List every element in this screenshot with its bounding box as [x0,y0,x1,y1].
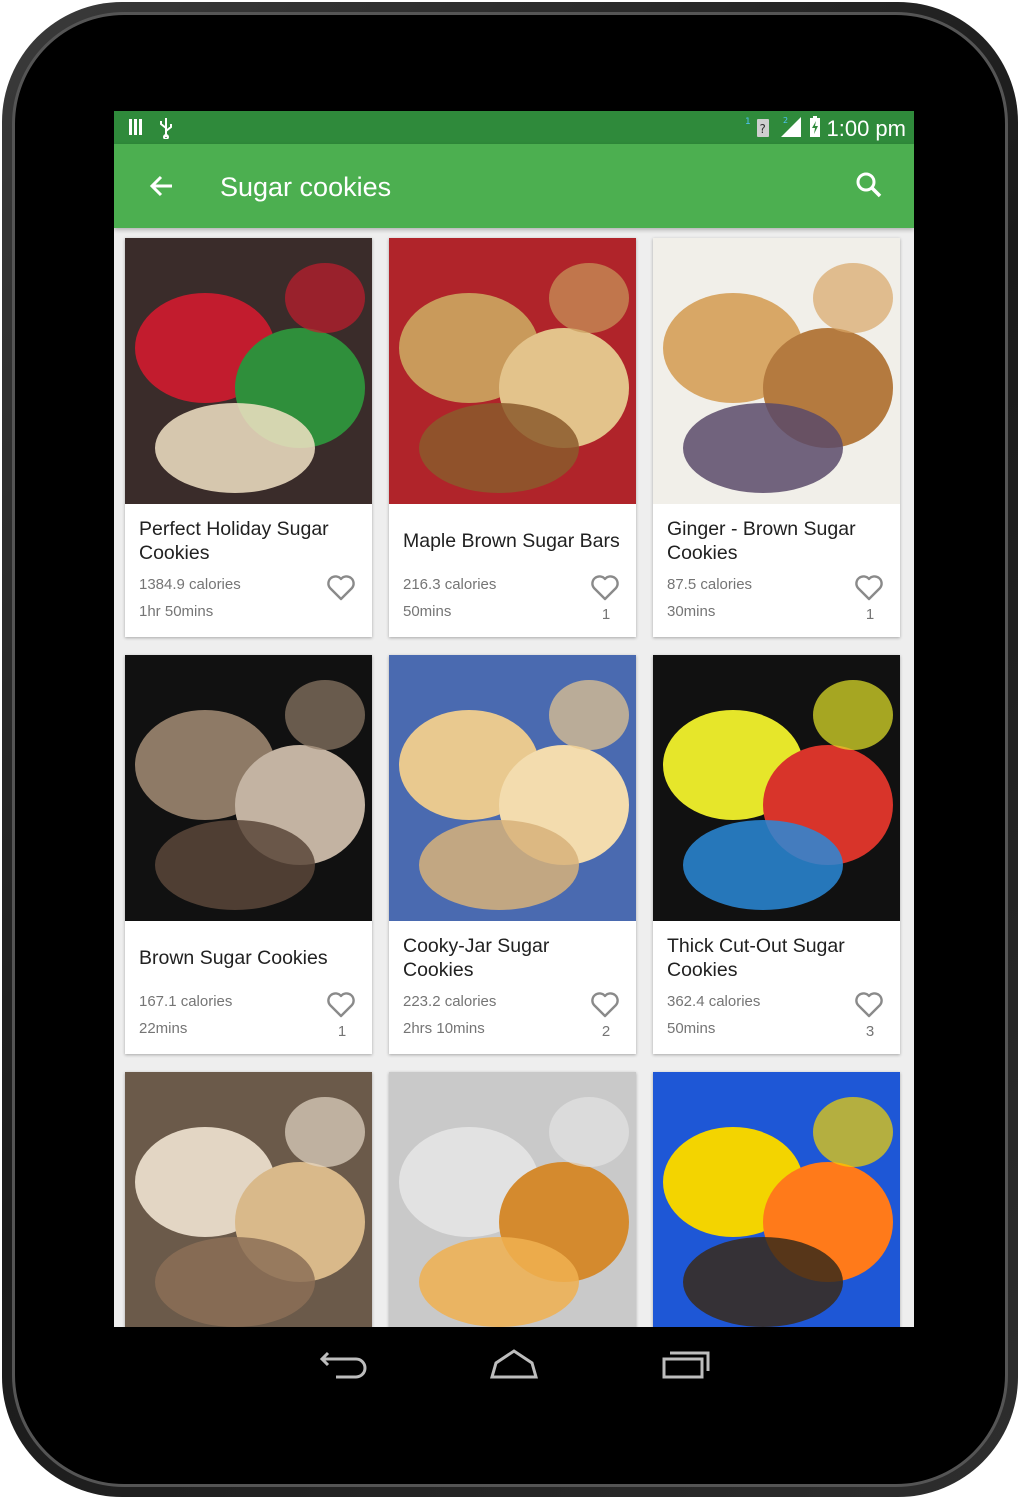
heart-icon[interactable] [326,991,356,1019]
recipe-card[interactable]: Perfect Holiday Sugar Cookies 1384.9 calo… [125,238,372,637]
recipe-card[interactable] [653,1072,900,1327]
like-count: 1 [865,606,875,623]
recipe-calories: 1384.9 calories [139,576,241,593]
recipe-calories: 223.2 calories [403,993,497,1010]
recipe-calories: 87.5 calories [667,576,753,593]
svg-text:1: 1 [745,117,751,127]
recipe-time: 1hr 50mins [139,603,214,620]
like-count: 1 [601,606,611,623]
heart-icon[interactable] [590,991,620,1019]
crinkle-cookies-photo[interactable] [389,655,636,921]
holiday-cookies-photo[interactable] [125,238,372,504]
brown-sugar-bars-photo[interactable] [389,238,636,504]
recipe-time: 2hrs 10mins [403,1020,485,1037]
like-count: 1 [337,1023,347,1040]
recipe-card[interactable]: Cooky-Jar Sugar Cookies 223.2 calories 2hr… [389,655,636,1054]
nav-recents-icon[interactable] [658,1343,714,1383]
heart-icon[interactable] [590,574,620,602]
candy-corn-cookie-photo[interactable] [653,1072,900,1327]
like-count: 3 [865,1023,875,1040]
app-bar: Sugar cookies [114,144,914,228]
sd-card-icon [128,117,144,143]
recipe-card[interactable]: Brown Sugar Cookies 167.1 calories 22mins 1 [125,655,372,1054]
heart-icon[interactable] [326,574,356,602]
recipe-calories: 362.4 calories [667,993,761,1010]
usb-icon [158,117,174,143]
recipe-time: 22mins [139,1020,188,1037]
heart-icon[interactable] [854,991,884,1019]
recipe-time: 50mins [403,603,452,620]
status-time: 1:00 pm [826,116,907,141]
recipe-card[interactable] [125,1072,372,1327]
snickerdoodles-photo[interactable] [389,1072,636,1327]
recipe-time: 30mins [667,603,716,620]
recipe-time: 50mins [667,1020,716,1037]
recipe-name: Brown Sugar Cookies [139,947,328,969]
sim-1-icon: 1? [745,115,773,143]
search-icon[interactable] [852,168,886,202]
battery-charging-icon [809,116,821,142]
recipe-calories: 167.1 calories [139,993,233,1010]
like-count: 2 [601,1023,611,1040]
cross-cookies-photo[interactable] [125,1072,372,1327]
recipe-calories: 216.3 calories [403,576,497,593]
heart-icon[interactable] [854,574,884,602]
recipe-card[interactable]: Ginger - Brown Sugar Cookies 87.5 calorie… [653,238,900,637]
recipe-card[interactable] [389,1072,636,1327]
recipe-name: Maple Brown Sugar Bars [403,530,620,552]
recipe-card[interactable]: Maple Brown Sugar Bars 216.3 calories 50mi… [389,238,636,637]
svg-text:?: ? [759,122,765,136]
app-screen: 1? 2 1:00 pm Sugar cookies Perfect Holid… [114,111,914,1327]
arrow-back-icon[interactable] [146,170,178,202]
svg-text:2: 2 [783,116,788,125]
dipped-cookies-photo[interactable] [653,238,900,504]
recipe-card[interactable]: Thick Cut-Out Sugar Cookies 362.4 calorie… [653,655,900,1054]
nav-home-icon[interactable] [486,1343,542,1383]
status-bar: 1? 2 1:00 pm [114,111,914,144]
recipe-name: Perfect Holiday Sugar Cookies [139,518,329,564]
oatmeal-cookies-photo[interactable] [125,655,372,921]
nav-back-icon[interactable] [316,1343,372,1383]
signal-icon: 2 [779,115,803,143]
page-title: Sugar cookies [220,172,392,202]
recipe-name: Ginger - Brown Sugar Cookies [667,518,856,564]
navigation-bar [114,1327,914,1397]
decorated-cookies-photo[interactable] [653,655,900,921]
recipe-name: Thick Cut-Out Sugar Cookies [667,935,845,981]
recipe-name: Cooky-Jar Sugar Cookies [403,935,550,981]
